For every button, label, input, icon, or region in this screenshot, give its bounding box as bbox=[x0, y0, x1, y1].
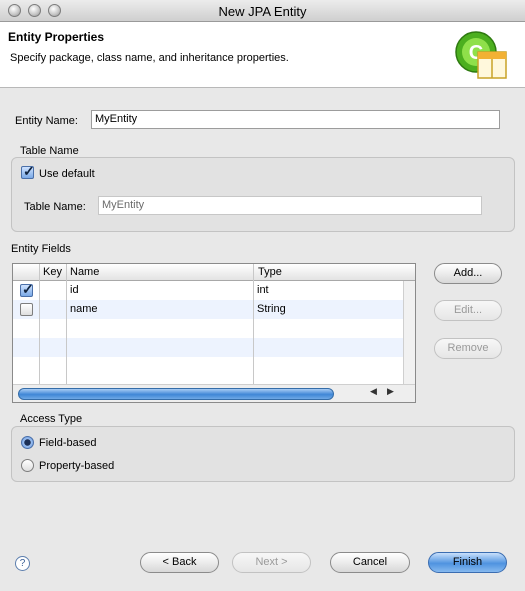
class-wizard-icon: C bbox=[455, 31, 507, 79]
table-name-group-title: Table Name bbox=[20, 145, 79, 157]
field-based-label: Field-based bbox=[39, 437, 97, 449]
empty-row bbox=[13, 357, 405, 376]
row-type: String bbox=[257, 303, 286, 315]
wizard-banner: Entity Properties Specify package, class… bbox=[0, 22, 525, 88]
empty-row bbox=[13, 338, 405, 357]
row-name: id bbox=[70, 284, 79, 296]
property-based-radio[interactable] bbox=[21, 459, 34, 472]
column-header-key[interactable]: Key bbox=[43, 266, 62, 278]
field-based-radio[interactable] bbox=[21, 436, 34, 449]
window-title: New JPA Entity bbox=[218, 4, 307, 19]
remove-field-button[interactable]: Remove bbox=[434, 338, 502, 359]
banner-description: Specify package, class name, and inherit… bbox=[10, 52, 289, 64]
cancel-button[interactable]: Cancel bbox=[330, 552, 410, 573]
row-name: name bbox=[70, 303, 98, 315]
column-divider bbox=[253, 264, 254, 384]
table-row[interactable]: id int bbox=[13, 281, 405, 300]
banner-title: Entity Properties bbox=[8, 30, 105, 44]
access-type-title: Access Type bbox=[20, 413, 83, 425]
add-field-button[interactable]: Add... bbox=[434, 263, 502, 284]
table-name-input[interactable]: MyEntity bbox=[98, 196, 482, 215]
edit-field-button[interactable]: Edit... bbox=[434, 300, 502, 321]
horizontal-scroll-thumb[interactable] bbox=[18, 388, 334, 400]
entity-name-label: Entity Name: bbox=[15, 115, 78, 127]
property-based-label: Property-based bbox=[39, 460, 115, 472]
entity-fields-table[interactable]: Key Name Type id int name String ◀ ▶ bbox=[12, 263, 416, 403]
help-icon[interactable]: ? bbox=[15, 556, 30, 571]
title-bar: New JPA Entity bbox=[0, 0, 525, 22]
vertical-scrollbar[interactable] bbox=[403, 281, 415, 384]
table-row[interactable]: name String bbox=[13, 300, 405, 319]
horizontal-scrollbar[interactable]: ◀ ▶ bbox=[13, 384, 415, 402]
back-button[interactable]: < Back bbox=[140, 552, 219, 573]
row-checkbox[interactable] bbox=[20, 281, 34, 298]
column-header-name[interactable]: Name bbox=[70, 266, 99, 278]
column-divider bbox=[39, 264, 40, 384]
use-default-label: Use default bbox=[39, 168, 95, 180]
scroll-left-arrow-icon[interactable]: ◀ bbox=[370, 386, 377, 397]
scroll-right-arrow-icon[interactable]: ▶ bbox=[387, 386, 394, 397]
row-type: int bbox=[257, 284, 269, 296]
column-header-type[interactable]: Type bbox=[258, 266, 282, 278]
entity-name-input[interactable]: MyEntity bbox=[91, 110, 500, 129]
next-button[interactable]: Next > bbox=[232, 552, 311, 573]
access-type-group bbox=[11, 426, 515, 482]
row-checkbox[interactable] bbox=[20, 303, 33, 316]
finish-button[interactable]: Finish bbox=[428, 552, 507, 573]
use-default-checkbox[interactable] bbox=[21, 163, 35, 180]
entity-fields-title: Entity Fields bbox=[11, 243, 71, 255]
table-header: Key Name Type bbox=[13, 264, 415, 281]
column-divider bbox=[66, 264, 67, 384]
empty-row bbox=[13, 319, 405, 338]
table-name-label: Table Name: bbox=[24, 201, 86, 213]
